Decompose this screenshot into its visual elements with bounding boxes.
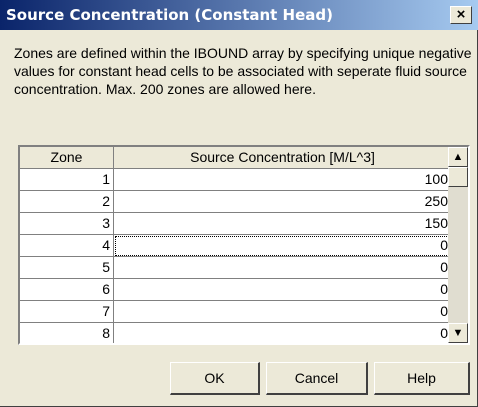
zone-cell[interactable]: 3 <box>20 213 114 235</box>
table-row: 6 0 <box>20 279 452 301</box>
concentration-cell[interactable]: 0 <box>114 257 452 279</box>
close-button[interactable]: × <box>450 6 472 24</box>
ok-button[interactable]: OK <box>170 362 260 395</box>
concentration-cell[interactable]: 100 <box>114 169 452 191</box>
concentration-cell-selected[interactable]: 0 <box>114 235 452 257</box>
arrow-up-icon: ▲ <box>452 151 464 163</box>
scroll-thumb[interactable] <box>448 167 468 187</box>
dialog-title: Source Concentration (Constant Head) <box>6 6 333 24</box>
table-row: 3 150 <box>20 213 452 235</box>
table-row: 4 0 <box>20 235 452 257</box>
scroll-up-button[interactable]: ▲ <box>448 147 468 167</box>
zone-cell[interactable]: 2 <box>20 191 114 213</box>
concentration-cell[interactable]: 150 <box>114 213 452 235</box>
header-concentration[interactable]: Source Concentration [M/L^3] <box>114 147 452 169</box>
table-row: 2 250 <box>20 191 452 213</box>
zone-cell[interactable]: 6 <box>20 279 114 301</box>
table-row: 7 0 <box>20 301 452 323</box>
dialog-window: Source Concentration (Constant Head) × Z… <box>0 0 478 407</box>
table-row: 8 0 <box>20 323 452 343</box>
zone-cell[interactable]: 5 <box>20 257 114 279</box>
arrow-down-icon: ▼ <box>452 327 464 339</box>
concentration-cell[interactable]: 0 <box>114 323 452 343</box>
close-icon: × <box>456 6 466 23</box>
help-button[interactable]: Help <box>374 362 470 395</box>
concentration-cell[interactable]: 0 <box>114 279 452 301</box>
description-text: Zones are defined within the IBOUND arra… <box>14 45 472 97</box>
concentration-cell[interactable]: 250 <box>114 191 452 213</box>
title-bar[interactable]: Source Concentration (Constant Head) × <box>0 0 478 30</box>
zone-cell[interactable]: 8 <box>20 323 114 343</box>
concentration-cell[interactable]: 0 <box>114 301 452 323</box>
scroll-down-button[interactable]: ▼ <box>448 323 468 343</box>
zone-cell[interactable]: 4 <box>20 235 114 257</box>
cancel-button[interactable]: Cancel <box>266 362 368 395</box>
vertical-scrollbar[interactable]: ▲ ▼ <box>448 147 468 343</box>
zone-cell[interactable]: 7 <box>20 301 114 323</box>
zone-cell[interactable]: 1 <box>20 169 114 191</box>
header-zone[interactable]: Zone <box>20 147 114 169</box>
zone-grid[interactable]: Zone Source Concentration [M/L^3] 1 100 … <box>18 145 470 345</box>
table-row: 5 0 <box>20 257 452 279</box>
table-row: 1 100 <box>20 169 452 191</box>
